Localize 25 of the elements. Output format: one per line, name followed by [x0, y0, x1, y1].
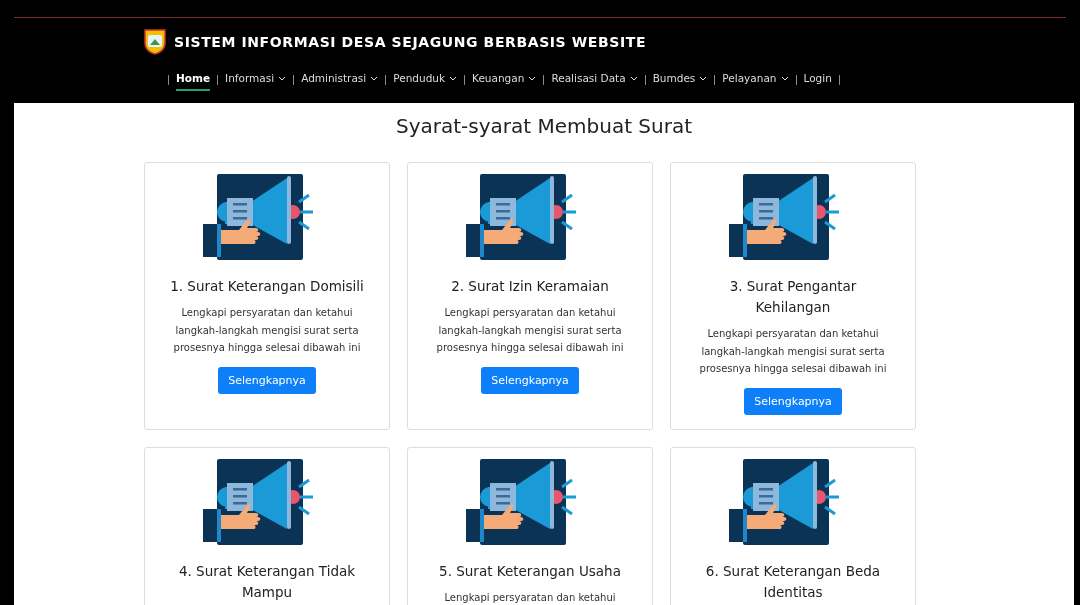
details-button[interactable]: Selengkapnya — [744, 387, 842, 415]
card-description: Lengkapi persyaratan dan ketahui langkah-langkah mengisi surat serta prosesnya hingga selesai dibawah ini — [698, 327, 888, 376]
nav-link[interactable]: Pelayanan — [722, 69, 789, 91]
nav-link[interactable]: Bumdes — [652, 69, 708, 91]
details-button[interactable]: Selengkapnya — [218, 366, 316, 394]
site-title: SISTEM INFORMASI DESA SEJAGUNG BERBASIS WEBSITE — [174, 34, 647, 50]
card-title: 4. Surat Keterangan Tidak Mampu — [177, 562, 357, 602]
nav-link[interactable]: Keuangan — [472, 69, 537, 91]
nav-link[interactable]: Informasi — [225, 69, 287, 91]
card-title: 1. Surat Keterangan Domisili — [170, 277, 364, 296]
page-title: Syarat-syarat Membuat Surat — [394, 113, 694, 140]
card-title: 2. Surat Izin Keramaian — [451, 277, 609, 296]
nav-link[interactable]: Administrasi — [301, 69, 379, 91]
card-description: Lengkapi persyaratan dan ketahui — [444, 591, 616, 605]
nav-link[interactable]: Penduduk — [393, 69, 458, 91]
card-title: 5. Surat Keterangan Usaha — [439, 562, 621, 581]
nav-link[interactable]: Realisasi Data — [551, 69, 638, 91]
nav-link[interactable]: Home — [176, 69, 211, 91]
card-title: 6. Surat Keterangan Beda Identitas — [704, 562, 882, 602]
details-button[interactable]: Selengkapnya — [481, 366, 579, 394]
nav-link[interactable]: Login — [803, 69, 832, 91]
shield-logo-icon — [144, 29, 166, 55]
card-description: Lengkapi persyaratan dan ketahui langkah-langkah mengisi surat serta prosesnya hingga selesai dibawah ini — [435, 306, 625, 355]
card-title: 3. Surat Pengantar Kehilangan — [728, 277, 858, 317]
card-description: Lengkapi persyaratan dan ketahui langkah-langkah mengisi surat serta prosesnya hingga selesai dibawah ini — [172, 306, 362, 355]
